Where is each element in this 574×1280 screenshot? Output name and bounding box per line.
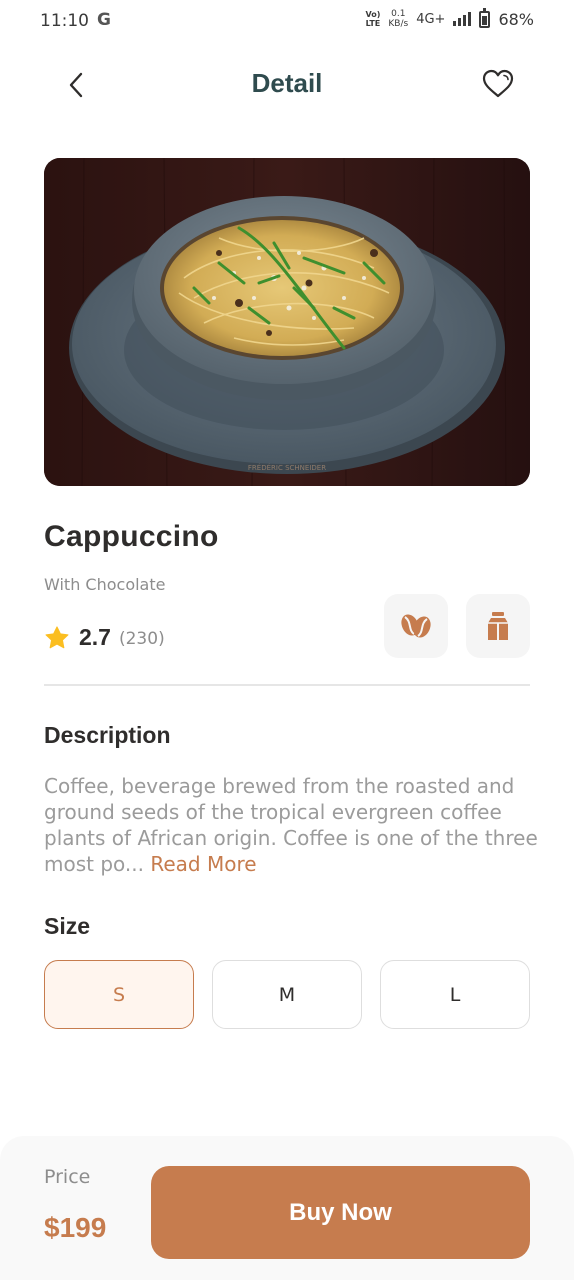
product-name: Cappuccino [44, 520, 219, 553]
rating-count: (230) [118, 629, 165, 649]
photo-watermark: FRÉDÉRIC SCHNEIDER [248, 463, 326, 472]
milk-badge [466, 594, 530, 658]
product-subtitle: With Chocolate [44, 575, 166, 594]
favorite-button[interactable] [480, 66, 516, 102]
speed-unit: KB/s [388, 19, 409, 29]
signal-icon [453, 12, 472, 26]
description-title: Description [44, 722, 171, 748]
status-indicators: Vo) LTE 0.1 KB/s 4G+ 68% [365, 7, 534, 29]
header: Detail [0, 50, 574, 120]
battery-icon [479, 7, 491, 28]
star-icon [45, 625, 69, 648]
rating-value: 2.7 [79, 624, 111, 650]
price-label: Price [44, 1166, 91, 1188]
description-text: Coffee, beverage brewed from the roasted… [44, 773, 544, 877]
speed-value: 0.1 [391, 9, 406, 19]
network-type: 4G+ [416, 11, 446, 27]
buy-now-button[interactable]: Buy Now [151, 1166, 530, 1259]
heart-outline-icon [482, 69, 514, 98]
read-more-link[interactable]: Read More [150, 852, 256, 876]
rating: 2.7 (230) [44, 624, 165, 651]
pasta-dish-illustration: FRÉDÉRIC SCHNEIDER [44, 158, 530, 486]
coffee-bean-badge [384, 594, 448, 658]
coffee-bean-icon [401, 614, 431, 638]
volte-indicator: Vo) LTE [365, 10, 380, 28]
battery-percent: 68% [498, 9, 534, 29]
volte-bottom: LTE [365, 19, 381, 28]
network-speed: 0.1 KB/s [388, 9, 408, 29]
size-option-s[interactable]: S [44, 960, 194, 1029]
volte-top: Vo) [365, 10, 381, 19]
status-bar: 11:10 G Vo) LTE 0.1 KB/s 4G+ 68% [0, 0, 574, 42]
size-option-l[interactable]: L [380, 960, 530, 1029]
divider [44, 684, 530, 686]
milk-carton-icon [488, 612, 508, 640]
description-body: Coffee, beverage brewed from the roasted… [44, 774, 538, 876]
google-icon: G [97, 10, 111, 30]
status-time: 11:10 [40, 11, 89, 31]
size-option-m[interactable]: M [212, 960, 362, 1029]
size-title: Size [44, 913, 91, 939]
product-image: FRÉDÉRIC SCHNEIDER [44, 158, 530, 486]
price-value: $199 [44, 1212, 107, 1243]
